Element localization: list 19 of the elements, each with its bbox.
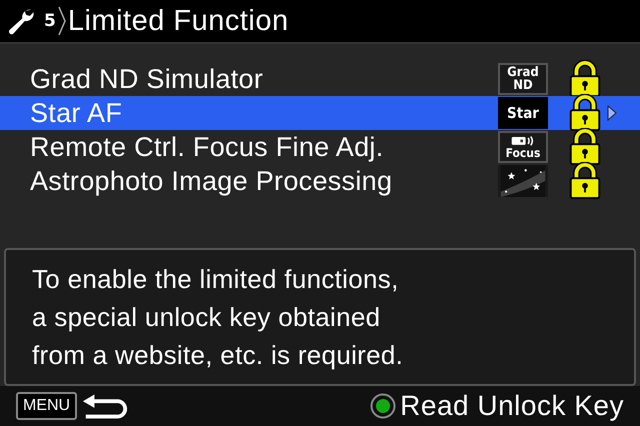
- menu-key[interactable]: MENU: [16, 392, 78, 420]
- badge-text: Focus: [506, 146, 540, 160]
- remote-icon: [510, 134, 536, 146]
- item-label[interactable]: Astrophoto Image Processing: [30, 166, 498, 196]
- starry-sky-icon: [498, 165, 548, 197]
- item-label[interactable]: Remote Ctrl. Focus Fine Adj.: [30, 132, 498, 162]
- selected-row-highlight[interactable]: Star AF Star: [0, 96, 640, 130]
- function-badge: Grad ND: [498, 63, 548, 95]
- arrow-icon: [607, 105, 617, 121]
- chevron-icon: [58, 6, 66, 36]
- action-label: Read Unlock Key: [400, 390, 624, 422]
- back-arrow-icon: [81, 392, 130, 420]
- screen-title: Limited Function: [68, 4, 289, 38]
- item-label: Star AF: [30, 98, 124, 128]
- ok-button-icon: [370, 393, 396, 419]
- function-badge: Star: [498, 97, 548, 129]
- section-number: 5: [44, 11, 56, 31]
- description-text: To enable the limited functions, a special unlock key obtained from a website, etc. is required.: [32, 263, 404, 372]
- item-label[interactable]: Grad ND Simulator: [30, 64, 498, 94]
